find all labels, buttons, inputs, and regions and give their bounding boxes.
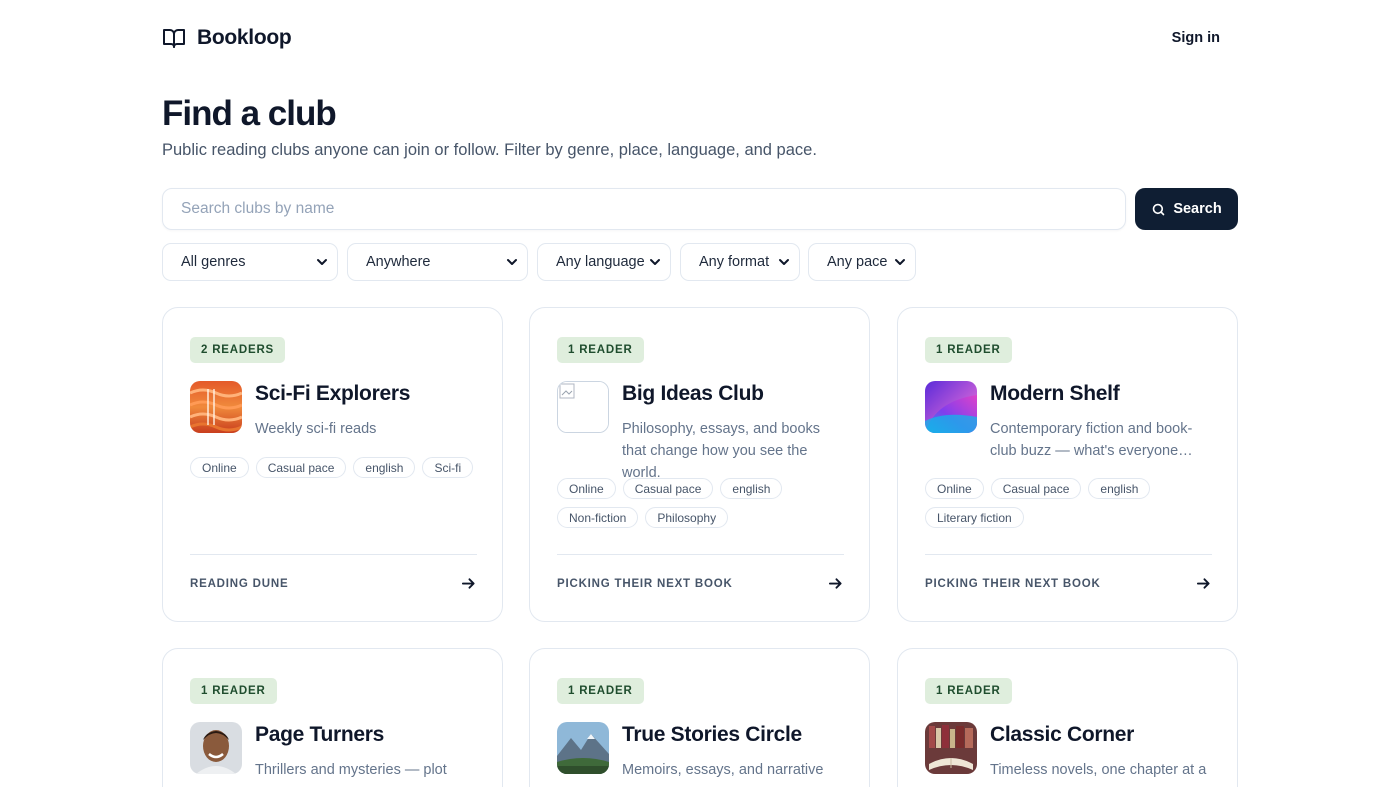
club-status: READING DUNE (190, 578, 289, 590)
reader-count-badge: 1 READER (925, 337, 1012, 363)
gradient-abstract-image (925, 381, 977, 433)
filter-label: Anywhere (366, 254, 431, 270)
club-description: Contemporary fiction and book-club buzz … (990, 421, 1193, 459)
club-name[interactable]: Modern Shelf (990, 382, 1120, 406)
reader-count-badge: 1 READER (190, 678, 277, 704)
tag: english (1088, 478, 1151, 499)
club-description: Memoirs, essays, and narrative (622, 762, 824, 778)
club-card[interactable]: 1 READER Page Turners Thrillers and myst… (162, 648, 503, 787)
club-avatar (190, 381, 242, 433)
club-avatar (190, 722, 242, 774)
tag: Online (190, 457, 249, 478)
brand-name: Bookloop (197, 26, 292, 49)
club-description: Weekly sci-fi reads (255, 421, 377, 437)
search-input[interactable] (163, 189, 1125, 229)
tag: Literary fiction (925, 507, 1024, 528)
club-card[interactable]: 1 READER Classic Corner Timeless novels,… (897, 648, 1238, 787)
pace-filter-select[interactable]: Any pace (808, 243, 916, 281)
tag: Casual pace (255, 457, 347, 478)
club-card[interactable]: 1 READER True Stories Circle Memoirs, es… (529, 648, 870, 787)
person-portrait-image (190, 722, 242, 774)
mountain-landscape-image (557, 722, 609, 774)
tag: Philosophy (645, 507, 729, 528)
broken-image-placeholder (558, 382, 608, 432)
club-status: PICKING THEIR NEXT BOOK (557, 578, 733, 590)
club-avatar (925, 722, 977, 774)
club-description: Timeless novels, one chapter at a (990, 762, 1207, 778)
tag: Casual pace (622, 478, 714, 499)
club-tags: Online Casual pace english Literary fict… (925, 478, 1225, 528)
club-avatar (925, 381, 977, 433)
page-subtitle: Public reading clubs anyone can join or … (162, 141, 817, 159)
location-filter-select[interactable]: Anywhere (347, 243, 528, 281)
arrow-right-icon[interactable] (461, 576, 476, 591)
club-description: Thrillers and mysteries — plot (255, 762, 447, 778)
tag: english (353, 457, 416, 478)
club-card[interactable]: 1 READER Big Ideas Club Philosophy, essa… (529, 307, 870, 622)
filter-label: All genres (181, 254, 246, 270)
club-card[interactable]: 2 READERS Sci-Fi Explorers Weekly sci-fi… (162, 307, 503, 622)
old-books-image (925, 722, 977, 774)
club-description: Philosophy, essays, and books that chang… (622, 421, 821, 481)
format-filter-select[interactable]: Any format (680, 243, 800, 281)
search-button-label: Search (1173, 201, 1222, 217)
search-icon (1153, 203, 1165, 215)
tag: english (720, 478, 783, 499)
club-name[interactable]: Big Ideas Club (622, 382, 764, 406)
chevron-down-icon (650, 259, 660, 265)
filter-label: Any format (699, 254, 770, 270)
club-avatar (557, 381, 609, 433)
chevron-down-icon (779, 259, 789, 265)
reader-count-badge: 1 READER (557, 337, 644, 363)
card-divider (925, 554, 1212, 555)
reader-count-badge: 2 READERS (190, 337, 286, 363)
dune-cover-image (190, 381, 242, 433)
tag: Non-fiction (557, 507, 639, 528)
page-title: Find a club (162, 94, 337, 133)
reader-count-badge: 1 READER (557, 678, 644, 704)
club-name[interactable]: Classic Corner (990, 723, 1134, 747)
card-divider (557, 554, 844, 555)
arrow-right-icon[interactable] (1196, 576, 1211, 591)
language-filter-select[interactable]: Any language (537, 243, 671, 281)
club-name[interactable]: Page Turners (255, 723, 384, 747)
brand-logo[interactable]: Bookloop (162, 24, 292, 52)
card-divider (190, 554, 477, 555)
tag: Sci-fi (422, 457, 474, 478)
tag: Online (925, 478, 984, 499)
tag: Casual pace (990, 478, 1082, 499)
club-avatar (557, 722, 609, 774)
search-box (162, 188, 1126, 230)
reader-count-badge: 1 READER (925, 678, 1012, 704)
top-bar: Bookloop Sign in (162, 24, 1238, 54)
filter-label: Any language (556, 254, 645, 270)
club-name[interactable]: Sci-Fi Explorers (255, 382, 410, 406)
open-book-icon (163, 29, 185, 48)
club-status: PICKING THEIR NEXT BOOK (925, 578, 1101, 590)
chevron-down-icon (507, 259, 517, 265)
club-tags: Online Casual pace english Sci-fi (190, 457, 490, 478)
chevron-down-icon (895, 259, 905, 265)
search-button[interactable]: Search (1135, 188, 1238, 230)
genre-filter-select[interactable]: All genres (162, 243, 338, 281)
arrow-right-icon[interactable] (828, 576, 843, 591)
sign-in-link[interactable]: Sign in (1172, 30, 1220, 46)
filter-label: Any pace (827, 254, 888, 270)
club-name[interactable]: True Stories Circle (622, 723, 802, 747)
chevron-down-icon (317, 259, 327, 265)
tag: Online (557, 478, 616, 499)
club-card[interactable]: 1 READER Modern Shelf Contemporary ficti… (897, 307, 1238, 622)
club-tags: Online Casual pace english Non-fiction P… (557, 478, 857, 528)
